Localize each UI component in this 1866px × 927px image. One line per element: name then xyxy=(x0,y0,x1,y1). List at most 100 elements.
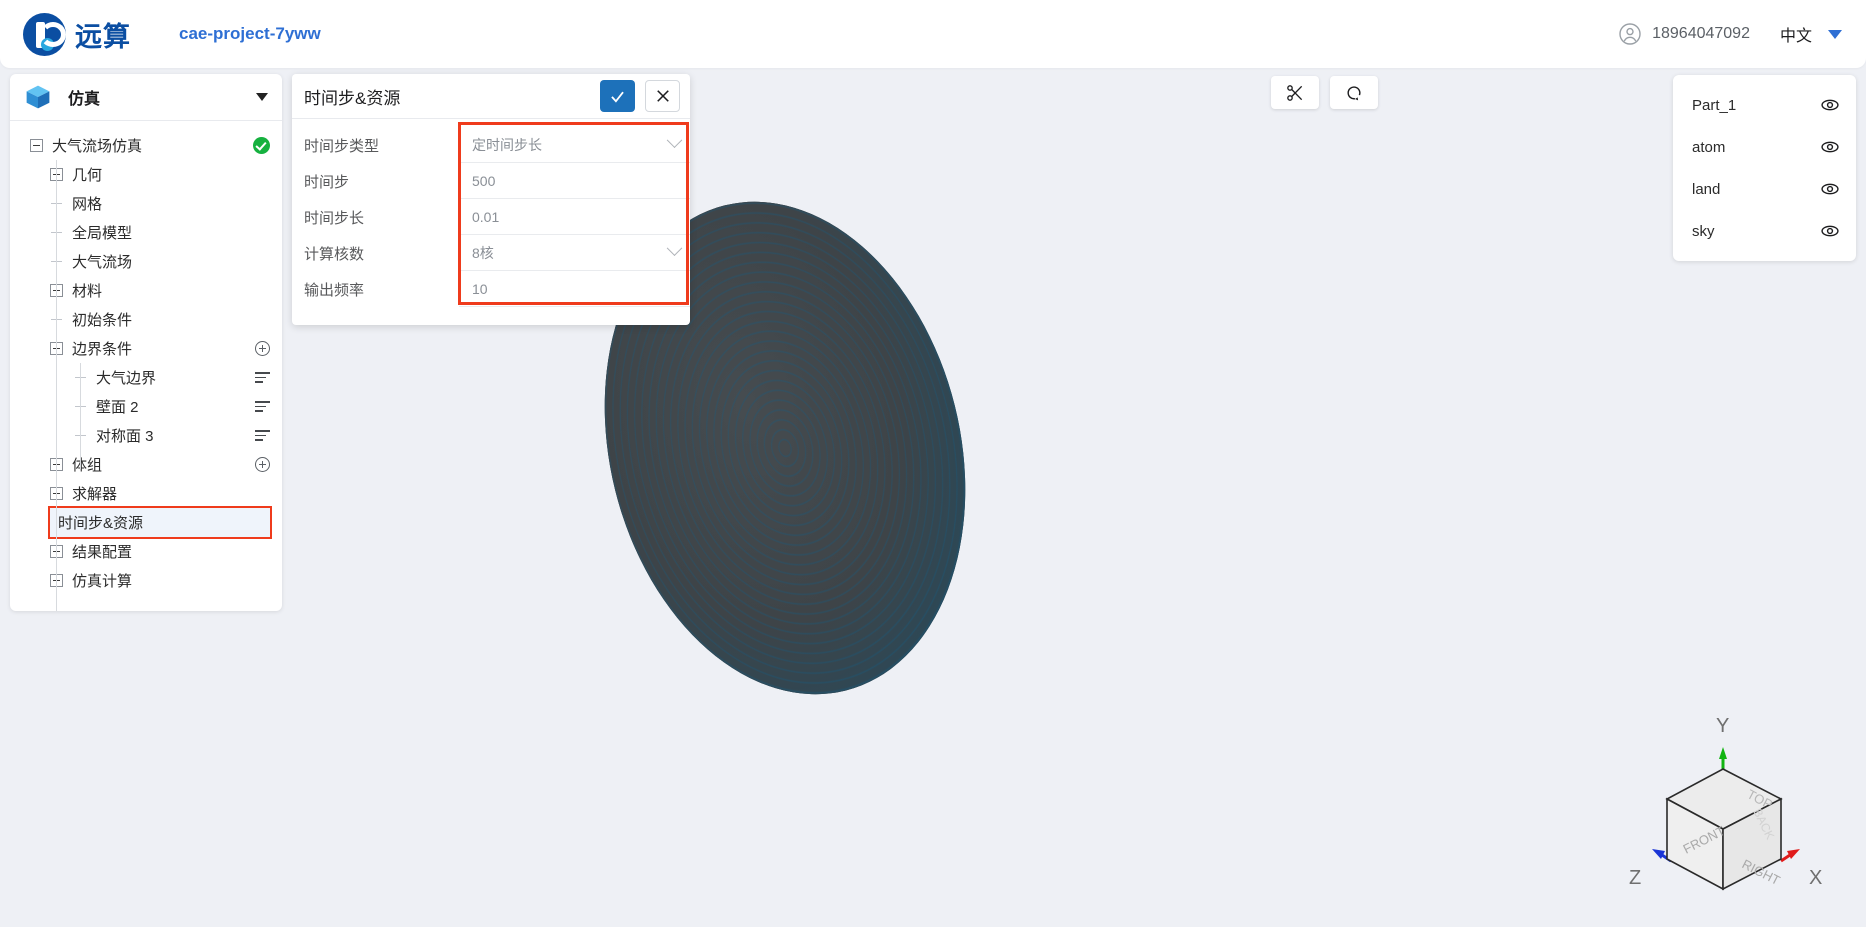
add-item-icon[interactable] xyxy=(255,341,270,356)
tree-item-12[interactable]: 求解器 xyxy=(10,479,282,508)
user-phone-label[interactable]: 18964047092 xyxy=(1652,25,1750,43)
sidebar-title: 仿真 xyxy=(68,91,101,108)
brand-text: 远算 xyxy=(75,21,131,52)
tree-item-label: 初始条件 xyxy=(72,312,133,329)
dialog-actions xyxy=(600,80,680,112)
dialog-title: 时间步&资源 xyxy=(304,88,401,108)
tree-item-label: 结果配置 xyxy=(72,544,133,561)
select-field[interactable]: 8核 xyxy=(459,235,690,271)
simulation-tree: 大气流场仿真几何网格全局模型大气流场材料初始条件边界条件大气边界壁面 2 对称面 … xyxy=(10,121,282,611)
part-row-1[interactable]: atom xyxy=(1673,126,1856,168)
list-options-icon[interactable] xyxy=(255,371,270,384)
confirm-button[interactable] xyxy=(600,80,635,112)
part-row-0[interactable]: Part_1 xyxy=(1673,84,1856,126)
form-row-2: 时间步长 0.01 xyxy=(292,199,690,235)
tree-item-label: 大气流场仿真 xyxy=(52,138,143,155)
svg-text:Y: Y xyxy=(1716,715,1729,737)
tree-item-9[interactable]: 壁面 2 xyxy=(10,392,282,421)
eye-visibility-icon[interactable] xyxy=(1820,95,1840,115)
part-label: Part_1 xyxy=(1692,96,1737,114)
status-check-badge xyxy=(253,137,270,154)
tree-item-label: 求解器 xyxy=(72,486,118,503)
viewport-toolbar xyxy=(1271,76,1378,109)
tree-item-7[interactable]: 边界条件 xyxy=(10,334,282,363)
eye-visibility-icon[interactable] xyxy=(1820,137,1840,157)
simulation-cube-icon xyxy=(26,85,50,109)
tree-item-0[interactable]: 大气流场仿真 xyxy=(10,131,282,160)
sidebar-header[interactable]: 仿真 xyxy=(10,74,282,121)
text-input-field[interactable]: 10 xyxy=(459,271,690,307)
user-avatar-icon[interactable] xyxy=(1618,22,1642,46)
tree-item-label: 全局模型 xyxy=(72,225,133,242)
add-item-icon[interactable] xyxy=(255,457,270,472)
tree-item-actions xyxy=(255,457,270,472)
text-input-field[interactable]: 0.01 xyxy=(459,199,690,235)
select-field[interactable]: 定时间步长 xyxy=(459,127,690,163)
application-root: 远算 cae-project-7yww 18964047092 中文 仿真 大气… xyxy=(0,0,1866,927)
tree-guide-line xyxy=(80,363,81,469)
tree-item-actions xyxy=(255,371,270,384)
chevron-down-icon[interactable] xyxy=(666,132,683,149)
part-label: sky xyxy=(1692,222,1715,240)
form-row-0: 时间步类型 定时间步长 xyxy=(292,127,690,163)
text-input-field[interactable]: 500 xyxy=(459,163,690,199)
tree-item-15[interactable]: 仿真计算 xyxy=(10,566,282,595)
clip-tool-button[interactable] xyxy=(1271,76,1319,109)
top-bar-right: 18964047092 中文 xyxy=(1618,22,1842,46)
form-row-3: 计算核数 8核 xyxy=(292,235,690,271)
list-options-icon[interactable] xyxy=(255,400,270,413)
scissors-icon xyxy=(1287,84,1303,101)
tree-item-2[interactable]: 网格 xyxy=(10,189,282,218)
top-bar: 远算 cae-project-7yww 18964047092 中文 xyxy=(0,0,1866,68)
form-label: 时间步类型 xyxy=(304,137,380,155)
tree-collapse-icon[interactable] xyxy=(30,139,43,152)
list-options-icon[interactable] xyxy=(255,429,270,442)
tree-item-label: 体组 xyxy=(72,457,103,474)
tree-item-3[interactable]: 全局模型 xyxy=(10,218,282,247)
tree-item-11[interactable]: 体组 xyxy=(10,450,282,479)
tree-item-label: 仿真计算 xyxy=(72,573,133,590)
part-row-3[interactable]: sky xyxy=(1673,210,1856,252)
eye-visibility-icon[interactable] xyxy=(1820,179,1840,199)
tree-item-5[interactable]: 材料 xyxy=(10,276,282,305)
tree-item-label: 大气流场 xyxy=(72,254,133,271)
tree-item-actions xyxy=(255,400,270,413)
sidebar-collapse-chevron-icon[interactable] xyxy=(256,93,268,101)
tree-guide-line xyxy=(56,160,57,611)
form-label: 时间步 xyxy=(304,173,350,191)
part-row-2[interactable]: land xyxy=(1673,168,1856,210)
eye-visibility-icon[interactable] xyxy=(1820,221,1840,241)
timestep-resource-dialog: 时间步&资源 时间步类型 定时间步长时间步 500 时间步长 0.01 计算核数 8核 输出频… xyxy=(292,74,690,325)
language-selector-label[interactable]: 中文 xyxy=(1780,22,1812,46)
orientation-cube-widget[interactable]: TOP FRONT RIGHT BACK Y Z X xyxy=(1611,699,1841,899)
svg-text:X: X xyxy=(1809,867,1822,889)
chevron-down-icon[interactable] xyxy=(1828,29,1842,39)
tree-item-label: 边界条件 xyxy=(72,341,133,358)
tree-item-13[interactable]: 时间步&资源 xyxy=(48,506,272,539)
chevron-down-icon[interactable] xyxy=(666,240,683,257)
tree-item-label: 几何 xyxy=(72,167,103,184)
tree-item-actions xyxy=(255,429,270,442)
tree-item-1[interactable]: 几何 xyxy=(10,160,282,189)
parts-visibility-panel: Part_1atom land sky xyxy=(1673,75,1856,261)
cancel-button[interactable] xyxy=(645,80,680,112)
orientation-cube-svg: TOP FRONT RIGHT BACK Y Z X xyxy=(1629,715,1822,891)
tree-item-label: 时间步&资源 xyxy=(58,515,144,532)
dialog-form: 时间步类型 定时间步长时间步 500 时间步长 0.01 计算核数 8核 输出频率 10 xyxy=(292,119,690,325)
tree-item-4[interactable]: 大气流场 xyxy=(10,247,282,276)
form-row-4: 输出频率 10 xyxy=(292,271,690,307)
tree-item-actions xyxy=(255,341,270,356)
brand-logo[interactable]: 远算 xyxy=(23,12,131,56)
tree-item-10[interactable]: 对称面 3 xyxy=(10,421,282,450)
tree-item-label: 壁面 2 xyxy=(96,399,139,416)
tree-item-6[interactable]: 初始条件 xyxy=(10,305,282,334)
tree-item-8[interactable]: 大气边界 xyxy=(10,363,282,392)
check-icon xyxy=(611,91,624,103)
tree-item-label: 对称面 3 xyxy=(96,428,154,445)
project-name[interactable]: cae-project-7yww xyxy=(179,24,321,44)
field-value: 定时间步长 xyxy=(472,136,542,153)
tree-item-14[interactable]: 结果配置 xyxy=(10,537,282,566)
form-label: 时间步长 xyxy=(304,209,365,227)
form-label: 计算核数 xyxy=(304,245,365,263)
reset-view-button[interactable] xyxy=(1330,76,1378,109)
